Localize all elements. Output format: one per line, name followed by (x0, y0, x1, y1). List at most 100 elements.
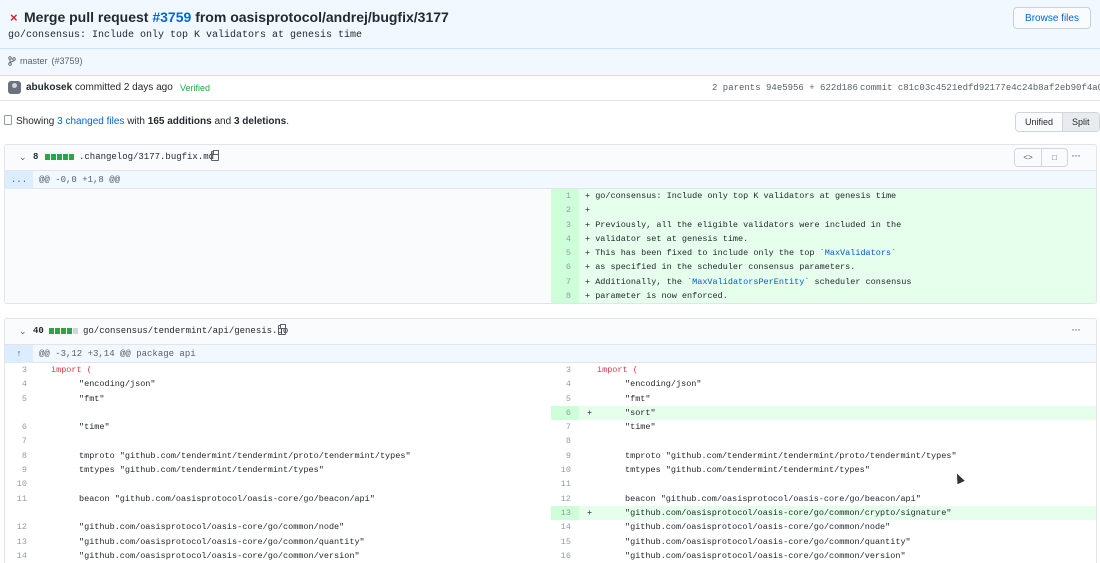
empty-side (5, 274, 551, 290)
line-number[interactable]: 3 (5, 365, 27, 375)
line-number[interactable]: 4 (541, 234, 571, 244)
commit-label: commit (860, 83, 893, 93)
diff-row: 2 + (5, 203, 1096, 218)
line-number[interactable]: 13 (541, 508, 571, 518)
line-number[interactable]: 7 (5, 436, 27, 446)
commit-header: × Merge pull request #3759 from oasispro… (0, 0, 1100, 76)
kebab-horizontal-icon[interactable]: ··· (1071, 148, 1081, 162)
line-number[interactable]: 7 (541, 277, 571, 287)
split-button[interactable]: Split (1062, 113, 1099, 131)
line-number[interactable]: 11 (5, 494, 27, 504)
line-number[interactable]: 12 (541, 494, 571, 504)
chevron-down-icon[interactable]: ⌄ (19, 326, 27, 337)
diff-row: 6 + "sort" (5, 405, 1096, 421)
diff-lines: 1 + go/consensus: Include only top K vali… (5, 189, 1096, 303)
expand-hunk-button[interactable]: ... (5, 171, 33, 189)
close-icon[interactable]: × (10, 10, 18, 25)
branch-name[interactable]: master (20, 56, 48, 66)
parent-sha-1[interactable]: 94e5956 (766, 83, 804, 93)
line-number[interactable]: 5 (5, 394, 27, 404)
line-number[interactable]: 4 (5, 379, 27, 389)
line-number[interactable]: 6 (5, 422, 27, 432)
line-number[interactable]: 4 (541, 379, 571, 389)
line-number[interactable]: 8 (5, 451, 27, 461)
parent-sha-2[interactable]: 622d186 (820, 83, 858, 93)
commit-sha[interactable]: c81c03c4521edfd92177e4c24b8af2eb90f4a0a4 (898, 83, 1100, 93)
header-divider (0, 48, 1100, 49)
line-number[interactable]: 9 (541, 451, 571, 461)
empty-side (5, 189, 551, 204)
code-line: + parameter is now enforced. (585, 291, 728, 302)
diff-row: 14 "github.com/oasisprotocol/oasis-core/g… (5, 549, 1096, 563)
file-change-count: 8 (33, 152, 39, 162)
line-number[interactable]: 8 (541, 291, 571, 301)
file-icon[interactable]: □ (1041, 149, 1067, 166)
line-number[interactable]: 15 (541, 537, 571, 547)
avatar[interactable] (8, 81, 21, 94)
diff-row: 9 tmtypes "github.com/tendermint/tendermi… (5, 463, 1096, 477)
line-number[interactable]: 14 (5, 551, 27, 561)
period: . (286, 116, 289, 127)
code-icon[interactable]: <> (1015, 149, 1041, 166)
diff-row: 8 tmproto "github.com/tendermint/tendermi… (5, 449, 1096, 463)
line-number[interactable]: 1 (541, 191, 571, 201)
line-number[interactable]: 12 (5, 522, 27, 532)
parents-info: 2 parents 94e5956 + 622d186 (712, 83, 858, 93)
diff-row: 7 + Additionally, the `MaxValidatorsPerEn… (5, 274, 1096, 290)
code-line: "github.com/oasisprotocol/oasis-core/go/… (625, 550, 906, 561)
file-info-icon (4, 115, 12, 125)
line-number[interactable]: 6 (541, 262, 571, 272)
line-number[interactable]: 7 (541, 422, 571, 432)
line-number[interactable]: 3 (541, 365, 571, 375)
code-text: + This has been fixed to include only th… (585, 248, 820, 259)
line-number[interactable]: 14 (541, 522, 571, 532)
hunk-range: @@ -0,0 +1,8 @@ (39, 175, 121, 185)
pr-link[interactable]: #3759 (152, 9, 191, 25)
code-text: scheduler consensus (809, 276, 912, 287)
line-number[interactable]: 13 (5, 537, 27, 547)
file-change-count: 40 (33, 326, 44, 336)
line-number[interactable]: 16 (541, 551, 571, 561)
commit-meta: abukosek committed 2 days ago Verified 2… (0, 76, 1100, 101)
code-line: "github.com/oasisprotocol/oasis-core/go/… (625, 507, 952, 518)
line-number[interactable]: 8 (541, 436, 571, 446)
chevron-down-icon[interactable]: ⌄ (19, 152, 27, 163)
line-number[interactable]: 2 (541, 205, 571, 215)
file-name[interactable]: .changelog/3177.bugfix.md (79, 152, 214, 162)
code-line: + (585, 205, 591, 216)
changed-files-link[interactable]: 3 changed files (57, 116, 124, 127)
line-number[interactable]: 5 (541, 248, 571, 258)
clipboard-icon[interactable] (211, 150, 219, 161)
added-line-bg (579, 203, 1096, 218)
expand-up-icon[interactable]: ↑ (5, 345, 33, 363)
author-name[interactable]: abukosek (26, 82, 72, 93)
branch-pr[interactable]: (#3759) (52, 56, 83, 66)
empty-side (5, 289, 551, 303)
line-number[interactable]: 3 (541, 220, 571, 230)
diff-row: 4 "encoding/json" 4 "encoding/json" (5, 377, 1096, 391)
code-text: + Additionally, the (585, 276, 688, 287)
line-number[interactable]: 9 (5, 465, 27, 475)
diff-row: 4 + validator set at genesis time. (5, 231, 1096, 247)
line-number[interactable]: 5 (541, 394, 571, 404)
browse-files-button[interactable]: Browse files (1013, 7, 1091, 29)
diff-row: 6 + as specified in the scheduler consens… (5, 260, 1096, 275)
empty-side (5, 231, 551, 247)
diff-row: 6 "time" 7 "time" (5, 420, 1096, 434)
showing-label: Showing (16, 116, 55, 127)
line-number[interactable]: 10 (5, 479, 27, 489)
unified-button[interactable]: Unified (1016, 113, 1063, 131)
diff-toolbar: Showing 3 changed files with 165 additio… (0, 110, 1100, 135)
line-number[interactable]: 11 (541, 479, 571, 489)
code-line: tmproto "github.com/tendermint/tendermin… (79, 450, 411, 461)
verified-badge[interactable]: Verified (180, 83, 210, 93)
code-line: tmtypes "github.com/tendermint/tendermin… (79, 465, 324, 476)
kebab-horizontal-icon[interactable]: ··· (1071, 322, 1081, 336)
file-name[interactable]: go/consensus/tendermint/api/genesis.go (83, 326, 288, 336)
diff-file-changelog: ⌄ 8 .changelog/3177.bugfix.md <> □ ··· .… (4, 144, 1097, 304)
code-literal: `MaxValidatorsPerEntity` (687, 276, 810, 287)
line-number[interactable]: 10 (541, 465, 571, 475)
code-line: "github.com/oasisprotocol/oasis-core/go/… (79, 522, 345, 533)
line-number[interactable]: 6 (541, 408, 571, 418)
clipboard-icon[interactable] (278, 324, 286, 335)
